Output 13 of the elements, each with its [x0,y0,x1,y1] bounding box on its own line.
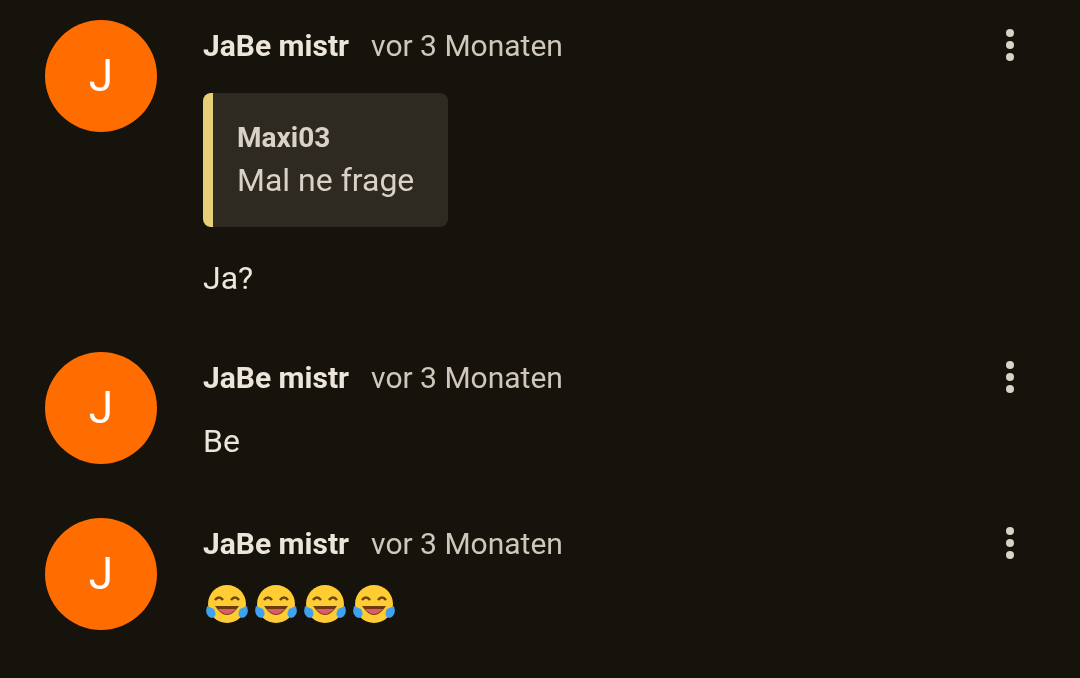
quote-author: Maxi03 [237,120,332,156]
comment-text: Ja? [203,258,254,298]
avatar: J [45,352,157,464]
timestamp: vor 3 Monaten [371,524,563,563]
author-name[interactable]: JaBe mistr [203,22,350,68]
quote-text: Mal ne frage [237,160,415,201]
timestamp: vor 3 Monaten [371,358,563,397]
author-name[interactable]: JaBe mistr [203,354,350,400]
timestamp: vor 3 Monaten [371,26,563,65]
comment-text: Be [203,421,240,461]
avatar: J [45,518,157,630]
author-name[interactable]: JaBe mistr [203,520,350,566]
avatar: J [45,20,157,132]
